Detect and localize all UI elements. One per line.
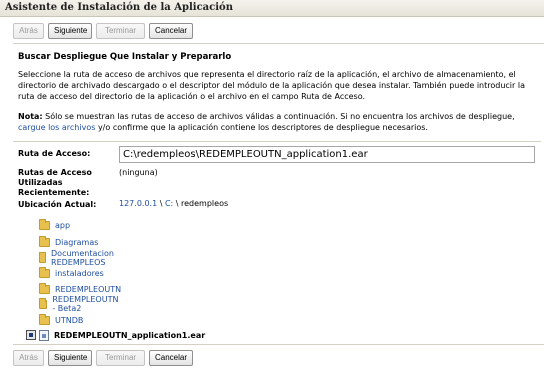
folder-link[interactable]: app <box>55 221 70 230</box>
finish-button[interactable]: Terminar <box>96 23 145 39</box>
note-label: Nota: <box>18 112 43 121</box>
recent-paths-value: (ninguna) <box>119 168 158 177</box>
folder-item[interactable]: UTNDB <box>39 313 83 327</box>
file-radio-button[interactable] <box>26 330 36 340</box>
instructions-text: Seleccione la ruta de acceso de archivos… <box>18 70 525 101</box>
back-button[interactable]: Atrás <box>13 350 44 366</box>
folder-link[interactable]: Documentacion REDEMPLEOS <box>51 249 118 267</box>
next-button[interactable]: Siguiente <box>48 23 92 39</box>
current-location-breadcrumb: 127.0.0.1 \ C: \ redempleos <box>119 199 228 209</box>
path-label: Ruta de Acceso: <box>18 149 91 158</box>
folder-link[interactable]: instaladores <box>55 269 104 278</box>
note-text: Nota: Sólo se muestran las rutas de acce… <box>18 111 538 133</box>
next-button[interactable]: Siguiente <box>48 350 92 366</box>
folder-icon <box>39 218 50 230</box>
current-location-label: Ubicación Actual: <box>18 200 97 209</box>
path-input[interactable]: C:\redempleos\REDEMPLEOUTN_application1.… <box>119 146 535 163</box>
note-body-2: y/o confirme que la aplicación contiene … <box>95 123 428 132</box>
folder-item[interactable]: instaladores <box>39 266 104 280</box>
folder-item[interactable]: app <box>39 218 70 232</box>
location-host-link[interactable]: 127.0.0.1 <box>119 199 157 208</box>
location-separator: \ <box>157 199 165 208</box>
folder-icon <box>39 251 47 263</box>
folder-icon <box>39 235 50 247</box>
path-form: Ruta de Acceso: C:\redempleos\REDEMPLEOU… <box>13 141 541 344</box>
upload-files-link[interactable]: cargue los archivos <box>18 123 95 132</box>
section-heading: Buscar Despliegue Que Instalar y Prepara… <box>18 52 232 62</box>
top-button-bar: Atrás Siguiente Terminar Cancelar <box>13 23 193 39</box>
window-title: Asistente de Instalación de la Aplicació… <box>5 2 233 13</box>
divider <box>13 344 544 345</box>
bottom-button-bar: Atrás Siguiente Terminar Cancelar <box>13 350 193 366</box>
location-folder: \ redempleos <box>173 199 229 208</box>
title-bar: Asistente de Instalación de la Aplicació… <box>0 0 544 17</box>
file-item[interactable]: REDEMPLEOUTN_application1.ear <box>26 328 205 342</box>
ear-file-icon <box>39 329 49 341</box>
folder-link[interactable]: REDEMPLEOUTN <box>55 285 121 294</box>
divider <box>13 43 544 44</box>
folder-icon <box>39 297 48 309</box>
location-drive-link[interactable]: C: <box>165 199 173 208</box>
folder-icon <box>39 313 50 325</box>
finish-button[interactable]: Terminar <box>96 350 145 366</box>
folder-link[interactable]: REDEMPLEOUTN - Beta2 <box>52 295 121 313</box>
folder-icon <box>39 266 50 278</box>
folder-item[interactable]: Documentacion REDEMPLEOS <box>39 249 118 267</box>
cancel-button[interactable]: Cancelar <box>149 350 193 366</box>
cancel-button[interactable]: Cancelar <box>149 23 193 39</box>
note-body-1: Sólo se muestran las rutas de acceso de … <box>42 112 515 121</box>
folder-item[interactable]: Diagramas <box>39 235 98 249</box>
file-name: REDEMPLEOUTN_application1.ear <box>54 330 206 340</box>
folder-link[interactable]: Diagramas <box>55 238 98 247</box>
back-button[interactable]: Atrás <box>13 23 44 39</box>
folder-icon <box>39 282 50 294</box>
folder-link[interactable]: UTNDB <box>55 316 83 325</box>
recent-paths-label: Rutas de Acceso Utilizadas Recientemente… <box>18 168 92 197</box>
folder-item[interactable]: REDEMPLEOUTN - Beta2 <box>39 295 121 313</box>
folder-item[interactable]: REDEMPLEOUTN <box>39 282 121 296</box>
